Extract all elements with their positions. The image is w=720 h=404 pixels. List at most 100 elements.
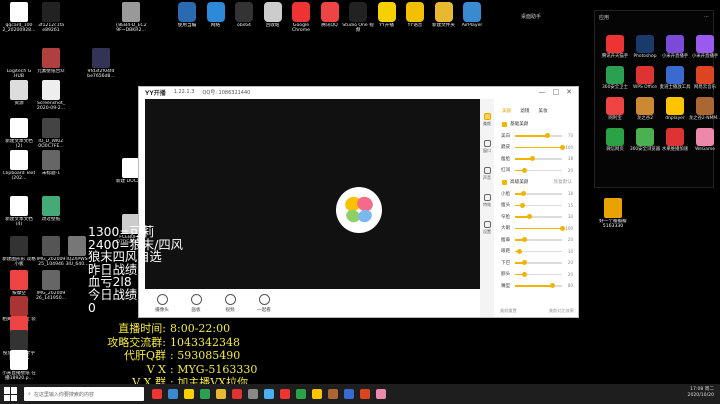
desktop-icon[interactable]: 新建文本文档 (4) [2, 196, 36, 228]
slider-row[interactable]: 嘴型 80 [496, 280, 578, 292]
preview-stage[interactable] [145, 99, 480, 289]
taskbar-app-icon[interactable] [312, 389, 322, 399]
slider-row[interactable]: 额头 20 [496, 269, 578, 281]
slider-row[interactable]: 瘦脸 38 [496, 153, 578, 165]
slider-track[interactable] [515, 214, 562, 219]
taskbar-app-icon[interactable] [344, 389, 354, 399]
slider-track[interactable] [515, 156, 562, 161]
slider-knob[interactable] [521, 237, 527, 242]
slider-track[interactable] [515, 202, 562, 208]
taskbar-app-icon[interactable] [264, 389, 274, 399]
panel-app[interactable]: 麦道士播放工具 [660, 66, 690, 97]
desktop-icon[interactable]: 9fd3f2f04fd be7656d8... [84, 48, 118, 80]
slider-track[interactable] [515, 237, 562, 242]
desktop-icon[interactable]: Clipboard Text (202... [2, 150, 36, 182]
slider-track[interactable] [515, 133, 562, 138]
panel-app[interactable]: 360安全浏览器 [630, 128, 660, 159]
panel-app[interactable]: WPS Office [631, 66, 659, 97]
slider-row[interactable]: 美白 70 [496, 130, 578, 142]
taskbar-app-icon[interactable] [152, 389, 162, 399]
desktop-icon[interactable]: Logitech G HUB [2, 48, 36, 80]
windows-start-icon[interactable] [4, 387, 18, 401]
slider-knob[interactable] [526, 214, 532, 219]
desktop-icon[interactable]: 新建图形形 双格小板 [2, 236, 36, 268]
desktop-icon[interactable]: 3f1212c1fa e89261 [34, 2, 68, 34]
sidebar-item[interactable]: 窗口 [483, 140, 491, 154]
beauty-tab[interactable]: 美颜 [502, 108, 511, 114]
panel-app[interactable]: 小米开直播手 [691, 35, 719, 66]
taskbar-app-icon[interactable] [360, 389, 370, 399]
beauty-tab[interactable]: 滤镜 [520, 108, 529, 114]
panel-app[interactable]: 网利宝 [601, 97, 629, 128]
taskbar-app-icon[interactable] [184, 389, 194, 399]
slider-track[interactable] [515, 225, 565, 231]
beauty-reset[interactable]: 美颜重置 [500, 308, 517, 314]
sidebar-item[interactable]: 特效 [483, 194, 491, 208]
slider-track[interactable] [515, 260, 562, 265]
panel-app[interactable]: Photoshop [631, 35, 659, 66]
tool-1[interactable]: 画板 [185, 294, 207, 313]
panel-app[interactable]: 腾讯开天猫手 [601, 35, 629, 66]
taskbar-app-icon[interactable] [168, 389, 178, 399]
desktop-icon[interactable]: IMG_202009 26_141950... [34, 270, 68, 302]
slider-track[interactable] [515, 271, 562, 277]
beauty-compare[interactable]: 美颜对比效果 [549, 308, 574, 314]
checkbox[interactable] [502, 121, 507, 127]
desktop-icon[interactable]: 资源 [2, 80, 36, 106]
slider-track[interactable] [515, 167, 562, 173]
slider-row[interactable]: 红润 20 [496, 165, 578, 177]
panel-app[interactable]: 网易云音乐 [691, 66, 719, 97]
desktop-icon[interactable]: 小米直播壁纸 在播18920.p... [2, 350, 36, 382]
slider-track[interactable] [515, 144, 565, 150]
desktop-icon[interactable]: 好一个瓣瓣瓣 5163330 [596, 198, 630, 230]
panel-app[interactable]: 微信网页 [601, 128, 629, 159]
slider-row[interactable]: 瘦鼻 20 [496, 234, 578, 246]
panel-app[interactable]: 龙之谷2 [631, 97, 659, 128]
panel-app[interactable]: 水果维播加速 [661, 128, 689, 159]
slider-knob[interactable] [521, 167, 527, 173]
beauty-tab[interactable]: 美妆 [538, 108, 547, 114]
panel-app[interactable]: dnplayer [661, 97, 689, 128]
slider-knob[interactable] [517, 248, 523, 254]
reset-default-link[interactable]: 恢复默认 [554, 179, 572, 185]
desktop-icon[interactable]: 未标题-1 [34, 150, 68, 176]
sidebar-item[interactable]: 美颜 [483, 113, 491, 127]
panel-app[interactable]: 360安全卫士 [601, 66, 629, 97]
taskbar-app-icon[interactable] [248, 389, 258, 399]
slider-row[interactable]: 小脸 18 [496, 188, 578, 200]
slider-knob[interactable] [530, 156, 536, 161]
desktop-icon[interactable]: IO_D_WKIZ 0O0C7FE... [34, 118, 68, 150]
desktop-icon[interactable]: 改过壁纸 [34, 196, 68, 222]
slider-row[interactable]: 大眼 100 [496, 223, 578, 235]
desktop-icon[interactable]: qqcard_100 2_20200928... [2, 2, 36, 34]
slider-row[interactable]: 下巴 20 [496, 257, 578, 269]
slider-knob[interactable] [520, 191, 526, 196]
taskbar-app-icon[interactable] [328, 389, 338, 399]
desktop-icon[interactable]: Screenshot_ 2020-09-2... [34, 80, 68, 112]
taskbar-app-icon[interactable] [376, 389, 386, 399]
desktop-icon[interactable]: 新建文本文档 (2) [2, 118, 36, 150]
checkbox[interactable] [502, 179, 507, 185]
sidebar-item[interactable]: 设置 [483, 221, 491, 235]
more-icon[interactable]: ⋯ [704, 14, 709, 21]
taskbar-search[interactable]: ⌕ 在这里输入你要搜索的内容 [24, 387, 144, 401]
maximize-button[interactable]: □ [553, 88, 560, 96]
slider-row[interactable]: 眼距 10 [496, 246, 578, 258]
slider-knob[interactable] [521, 260, 527, 265]
tool-2[interactable]: 视频 [219, 294, 241, 313]
slider-row[interactable]: 窄脸 30 [496, 211, 578, 223]
panel-app[interactable]: 小米开直播手 [661, 35, 689, 66]
close-button[interactable]: ✕ [566, 88, 572, 96]
taskbar-app-icon[interactable] [280, 389, 290, 399]
sidebar-item[interactable]: 声音 [483, 167, 491, 181]
clock[interactable]: 17:08 周二 2020/10/20 [688, 387, 714, 399]
desktop-icon[interactable]: AirPlayer [455, 2, 489, 28]
slider-knob[interactable] [550, 283, 556, 288]
panel-app[interactable]: WeGame [691, 128, 719, 159]
desktop-icon[interactable]: 按摩空 [2, 270, 36, 296]
panel-app[interactable]: 龙之谷2-NMM... [689, 97, 720, 128]
taskbar-app-icon[interactable] [216, 389, 226, 399]
slider-track[interactable] [515, 248, 562, 254]
slider-knob[interactable] [521, 271, 527, 277]
slider-track[interactable] [515, 191, 562, 196]
